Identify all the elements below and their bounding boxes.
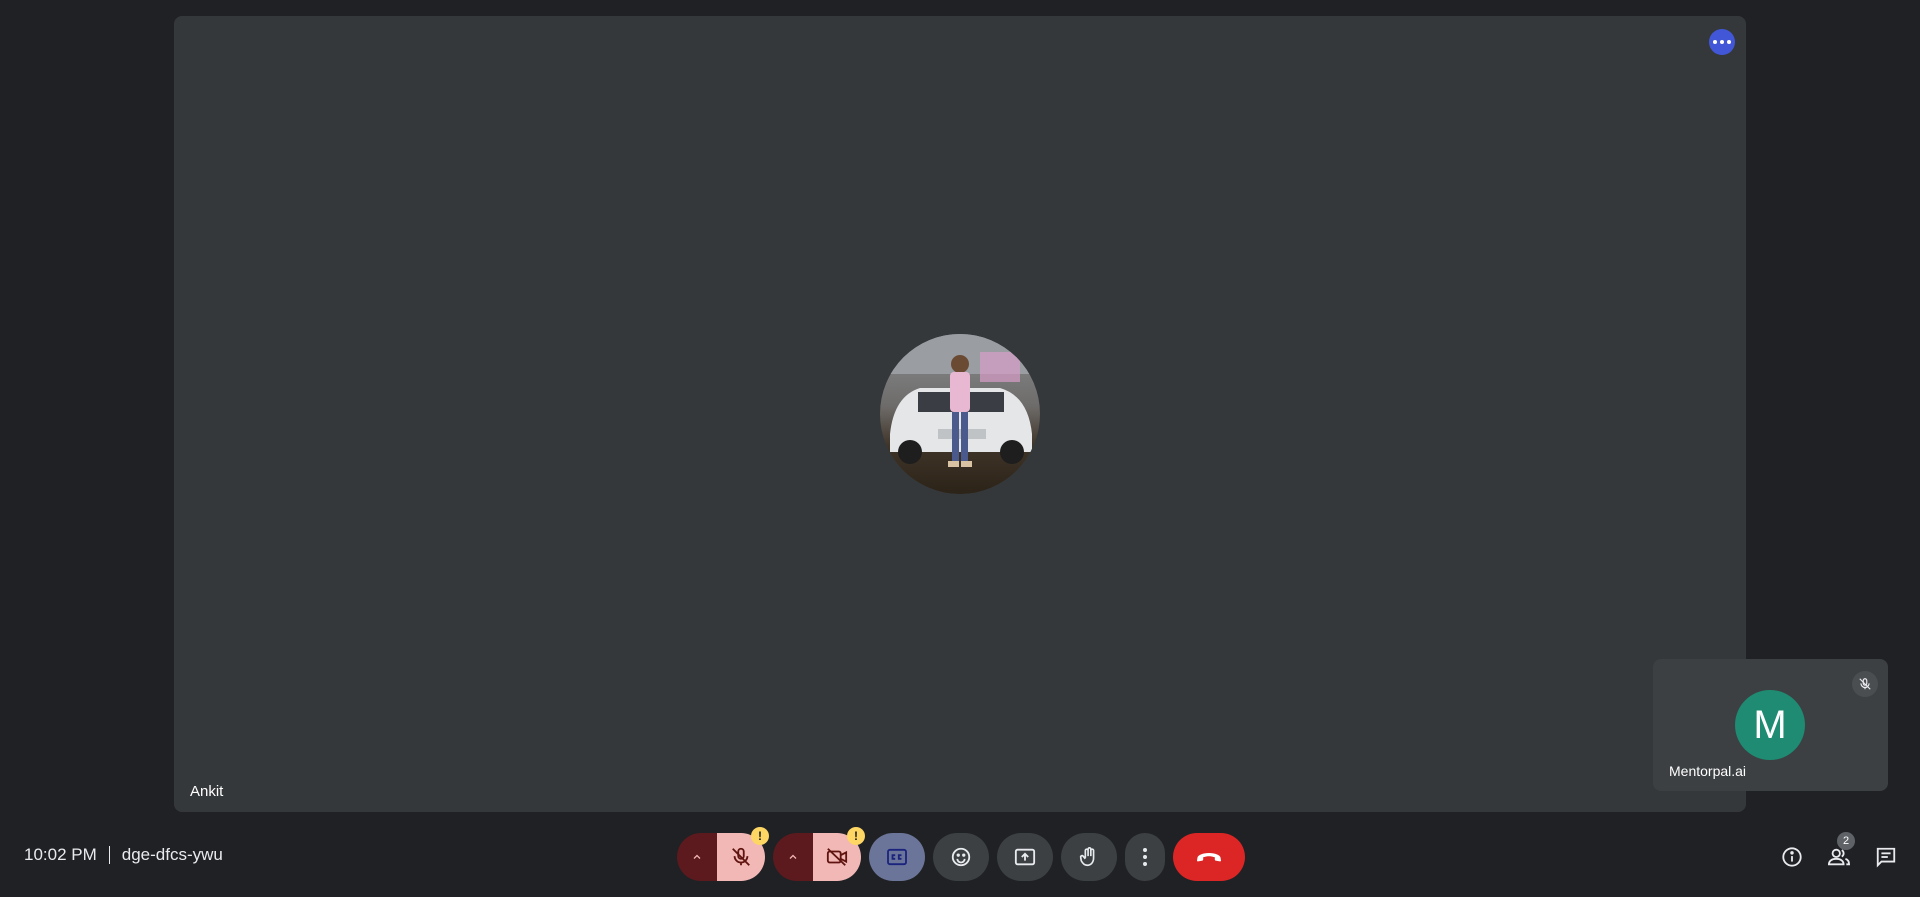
mic-control-group: ! bbox=[677, 827, 769, 881]
leave-call-button[interactable] bbox=[1173, 833, 1245, 881]
call-end-icon bbox=[1197, 853, 1221, 862]
meeting-details: 10:02 PM dge-dfcs-ywu bbox=[24, 845, 223, 865]
captions-button[interactable] bbox=[869, 833, 925, 881]
mic-off-icon bbox=[1852, 671, 1878, 697]
chevron-up-icon bbox=[789, 854, 797, 859]
participant-tile-main: Ankit bbox=[174, 16, 1746, 812]
videocam-off-icon bbox=[826, 848, 848, 866]
audio-options-button[interactable] bbox=[677, 833, 717, 881]
mic-toggle-button[interactable]: ! bbox=[717, 827, 769, 881]
more-vert-icon bbox=[1143, 848, 1147, 866]
chat-button[interactable] bbox=[1866, 840, 1906, 874]
closed-captions-icon bbox=[887, 848, 907, 866]
camera-toggle-button[interactable]: ! bbox=[813, 827, 865, 881]
emoji-reaction-button[interactable] bbox=[933, 833, 989, 881]
more-horiz-icon[interactable] bbox=[1709, 29, 1735, 55]
divider bbox=[108, 846, 110, 864]
emoji-icon bbox=[951, 847, 971, 867]
call-controls: ! ! bbox=[677, 827, 1245, 881]
video-options-button[interactable] bbox=[773, 833, 813, 881]
participant-avatar-photo bbox=[880, 334, 1040, 494]
meeting-time: 10:02 PM bbox=[24, 845, 97, 864]
participant-name-label: Ankit bbox=[190, 783, 224, 800]
info-icon bbox=[1782, 847, 1802, 867]
self-avatar: M bbox=[1735, 690, 1805, 760]
side-controls: 2 bbox=[1765, 832, 1906, 874]
people-button[interactable]: 2 bbox=[1819, 832, 1859, 874]
more-options-button[interactable] bbox=[1125, 833, 1165, 881]
meeting-code: dge-dfcs-ywu bbox=[121, 845, 223, 864]
hand-icon bbox=[1079, 847, 1095, 867]
chat-icon bbox=[1876, 847, 1896, 868]
present-screen-icon bbox=[1014, 848, 1036, 866]
raise-hand-button[interactable] bbox=[1061, 833, 1117, 881]
people-count-badge: 2 bbox=[1837, 832, 1855, 850]
meet-call-screen: Ankit M Mentorpal.ai 10:02 PM dge-dfcs-y… bbox=[0, 0, 1920, 897]
camera-warning-badge: ! bbox=[847, 827, 865, 845]
present-screen-button[interactable] bbox=[997, 833, 1053, 881]
mic-warning-badge: ! bbox=[751, 827, 769, 845]
chevron-up-icon bbox=[693, 854, 701, 859]
camera-control-group: ! bbox=[773, 827, 865, 881]
self-view-tile: M Mentorpal.ai bbox=[1653, 659, 1888, 791]
meeting-details-button[interactable] bbox=[1772, 840, 1812, 874]
mic-off-icon bbox=[732, 847, 750, 866]
self-name-label: Mentorpal.ai bbox=[1669, 763, 1747, 779]
